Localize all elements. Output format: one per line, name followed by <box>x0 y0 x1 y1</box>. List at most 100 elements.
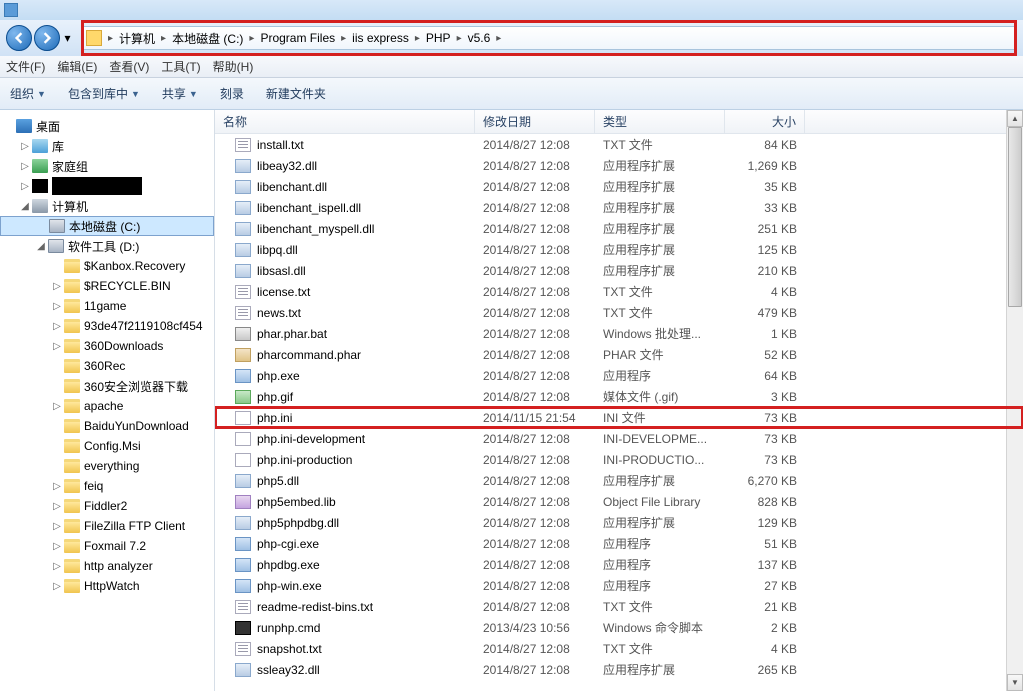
file-row[interactable]: php.gif 2014/8/27 12:08 媒体文件 (.gif) 3 KB <box>215 386 1023 407</box>
expand-icon[interactable] <box>52 441 62 451</box>
file-row[interactable]: license.txt 2014/8/27 12:08 TXT 文件 4 KB <box>215 281 1023 302</box>
expand-icon[interactable]: ▷ <box>52 561 62 571</box>
tree-item[interactable]: ▷ Foxmail 7.2 <box>0 536 214 556</box>
chevron-right-icon[interactable]: ▸ <box>339 33 348 44</box>
file-row[interactable]: libenchant_ispell.dll 2014/8/27 12:08 应用… <box>215 197 1023 218</box>
expand-icon[interactable] <box>52 361 62 371</box>
file-row[interactable]: libeay32.dll 2014/8/27 12:08 应用程序扩展 1,26… <box>215 155 1023 176</box>
toolbar-newfolder[interactable]: 新建文件夹 <box>266 85 326 102</box>
chevron-right-icon[interactable]: ▸ <box>455 33 464 44</box>
file-row[interactable]: php-cgi.exe 2014/8/27 12:08 应用程序 51 KB <box>215 533 1023 554</box>
expand-icon[interactable]: ▷ <box>52 401 62 411</box>
file-row[interactable]: php-win.exe 2014/8/27 12:08 应用程序 27 KB <box>215 575 1023 596</box>
chevron-right-icon[interactable]: ▸ <box>159 33 168 44</box>
file-row[interactable]: php5embed.lib 2014/8/27 12:08 Object Fil… <box>215 491 1023 512</box>
file-row[interactable]: libpq.dll 2014/8/27 12:08 应用程序扩展 125 KB <box>215 239 1023 260</box>
tree-item[interactable]: ▷ 库 <box>0 136 214 156</box>
tree-item[interactable]: 360Rec <box>0 356 214 376</box>
tree-item[interactable]: ▷ 93de47f2119108cf454 <box>0 316 214 336</box>
expand-icon[interactable] <box>52 261 62 271</box>
column-size[interactable]: 大小 <box>725 110 805 133</box>
breadcrumb-segment[interactable]: 本地磁盘 (C:) <box>168 30 247 47</box>
file-row[interactable]: phpdbg.exe 2014/8/27 12:08 应用程序 137 KB <box>215 554 1023 575</box>
file-row[interactable]: libsasl.dll 2014/8/27 12:08 应用程序扩展 210 K… <box>215 260 1023 281</box>
tree-item[interactable]: ▷ http analyzer <box>0 556 214 576</box>
tree-item[interactable]: ▷ 360Downloads <box>0 336 214 356</box>
file-row[interactable]: readme-redist-bins.txt 2014/8/27 12:08 T… <box>215 596 1023 617</box>
chevron-right-icon[interactable]: ▸ <box>494 33 503 44</box>
history-dropdown-icon[interactable]: ▾ <box>62 25 73 51</box>
tree-item[interactable]: ◢ 软件工具 (D:) <box>0 236 214 256</box>
scroll-thumb[interactable] <box>1008 127 1022 307</box>
expand-icon[interactable]: ▷ <box>52 341 62 351</box>
menu-edit[interactable]: 编辑(E) <box>57 58 97 75</box>
expand-icon[interactable]: ▷ <box>20 141 30 151</box>
file-row[interactable]: pharcommand.phar 2014/8/27 12:08 PHAR 文件… <box>215 344 1023 365</box>
toolbar-share[interactable]: 共享▼ <box>162 85 198 102</box>
tree-item[interactable]: Config.Msi <box>0 436 214 456</box>
file-row[interactable]: php.ini-development 2014/8/27 12:08 INI-… <box>215 428 1023 449</box>
tree-item[interactable]: BaiduYunDownload <box>0 416 214 436</box>
file-row[interactable]: phar.phar.bat 2014/8/27 12:08 Windows 批处… <box>215 323 1023 344</box>
column-date[interactable]: 修改日期 <box>475 110 595 133</box>
tree-item[interactable]: ▷ 家庭组 <box>0 156 214 176</box>
tree-item[interactable]: ▷ 11game <box>0 296 214 316</box>
breadcrumb-segment[interactable]: iis express <box>348 31 413 45</box>
expand-icon[interactable] <box>4 121 14 131</box>
file-row[interactable]: runphp.cmd 2013/4/23 10:56 Windows 命令脚本 … <box>215 617 1023 638</box>
back-button[interactable] <box>6 25 32 51</box>
forward-button[interactable] <box>34 25 60 51</box>
tree-item[interactable]: 桌面 <box>0 116 214 136</box>
tree-item[interactable]: ◢ 计算机 <box>0 196 214 216</box>
tree-item[interactable]: everything <box>0 456 214 476</box>
breadcrumb-segment[interactable]: PHP <box>422 31 455 45</box>
tree-item[interactable]: ▷ $RECYCLE.BIN <box>0 276 214 296</box>
tree-item[interactable]: ▷ feiq <box>0 476 214 496</box>
expand-icon[interactable] <box>52 461 62 471</box>
file-row[interactable]: php5phpdbg.dll 2014/8/27 12:08 应用程序扩展 12… <box>215 512 1023 533</box>
expand-icon[interactable]: ▷ <box>52 481 62 491</box>
expand-icon[interactable]: ▷ <box>52 521 62 531</box>
file-row[interactable]: ssleay32.dll 2014/8/27 12:08 应用程序扩展 265 … <box>215 659 1023 680</box>
expand-icon[interactable]: ▷ <box>52 501 62 511</box>
tree-item[interactable]: ▷ HttpWatch <box>0 576 214 596</box>
menu-tools[interactable]: 工具(T) <box>161 58 200 75</box>
expand-icon[interactable] <box>52 421 62 431</box>
scroll-up-button[interactable]: ▲ <box>1007 110 1023 127</box>
breadcrumb-segment[interactable]: 计算机 <box>115 30 159 47</box>
file-row[interactable]: news.txt 2014/8/27 12:08 TXT 文件 479 KB <box>215 302 1023 323</box>
tree-item[interactable]: 本地磁盘 (C:) <box>0 216 214 236</box>
breadcrumb-segment[interactable]: Program Files <box>256 31 339 45</box>
chevron-right-icon[interactable]: ▸ <box>247 33 256 44</box>
tree-item[interactable]: ▷ FileZilla FTP Client <box>0 516 214 536</box>
expand-icon[interactable]: ▷ <box>52 281 62 291</box>
tree-item[interactable]: ▷ apache <box>0 396 214 416</box>
column-type[interactable]: 类型 <box>595 110 725 133</box>
scroll-down-button[interactable]: ▼ <box>1007 674 1023 691</box>
file-row[interactable]: php.ini 2014/11/15 21:54 INI 文件 73 KB <box>215 407 1023 428</box>
expand-icon[interactable]: ▷ <box>20 161 30 171</box>
expand-icon[interactable]: ▷ <box>52 301 62 311</box>
expand-icon[interactable] <box>37 221 47 231</box>
expand-icon[interactable]: ▷ <box>52 321 62 331</box>
toolbar-include[interactable]: 包含到库中▼ <box>68 85 140 102</box>
expand-icon[interactable]: ▷ <box>52 581 62 591</box>
tree-item[interactable]: ▷ <box>0 176 214 196</box>
expand-icon[interactable]: ▷ <box>20 181 30 191</box>
tree-item[interactable]: 360安全浏览器下载 <box>0 376 214 396</box>
menu-view[interactable]: 查看(V) <box>109 58 149 75</box>
expand-icon[interactable]: ◢ <box>20 201 30 211</box>
tree-item[interactable]: $Kanbox.Recovery <box>0 256 214 276</box>
toolbar-burn[interactable]: 刻录 <box>220 85 244 102</box>
tree-item[interactable]: ▷ Fiddler2 <box>0 496 214 516</box>
vertical-scrollbar[interactable]: ▲ ▼ <box>1006 110 1023 691</box>
file-row[interactable]: php.exe 2014/8/27 12:08 应用程序 64 KB <box>215 365 1023 386</box>
expand-icon[interactable]: ◢ <box>36 241 46 251</box>
menu-file[interactable]: 文件(F) <box>6 58 45 75</box>
breadcrumb[interactable]: ▸计算机▸本地磁盘 (C:)▸Program Files▸iis express… <box>81 26 1017 50</box>
chevron-right-icon[interactable]: ▸ <box>413 33 422 44</box>
expand-icon[interactable]: ▷ <box>52 541 62 551</box>
file-row[interactable]: php5.dll 2014/8/27 12:08 应用程序扩展 6,270 KB <box>215 470 1023 491</box>
toolbar-organize[interactable]: 组织▼ <box>10 85 46 102</box>
menu-help[interactable]: 帮助(H) <box>213 58 254 75</box>
